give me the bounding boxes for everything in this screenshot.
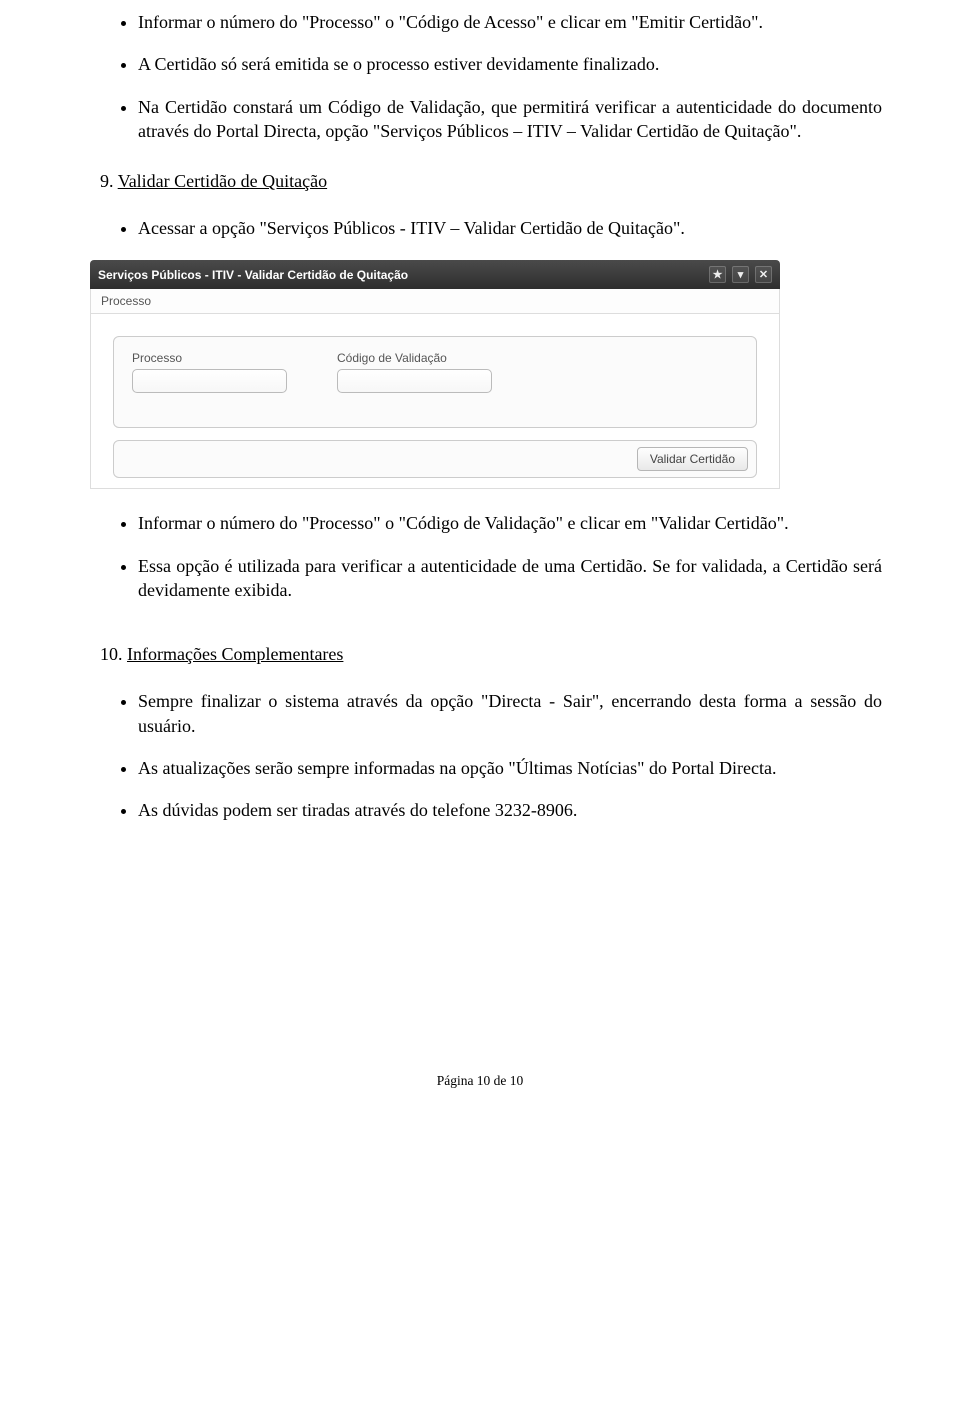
form-panel: Processo Código de Validação bbox=[113, 336, 757, 428]
list-item: A Certidão só será emitida se o processo… bbox=[138, 52, 882, 76]
screenshot-window: Serviços Públicos - ITIV - Validar Certi… bbox=[90, 260, 780, 489]
action-panel: Validar Certidão bbox=[113, 440, 757, 478]
window-title: Serviços Públicos - ITIV - Validar Certi… bbox=[98, 268, 408, 282]
list-item: Na Certidão constará um Código de Valida… bbox=[138, 95, 882, 144]
validar-certidao-button[interactable]: Validar Certidão bbox=[637, 447, 748, 471]
list-item: As dúvidas podem ser tiradas através do … bbox=[138, 798, 882, 822]
favorite-icon[interactable]: ★ bbox=[709, 266, 726, 283]
section-10-heading: 10. Informações Complementares bbox=[78, 644, 882, 665]
processo-label: Processo bbox=[132, 351, 287, 365]
window-toolbar: Processo bbox=[90, 289, 780, 314]
section-title: Informações Complementares bbox=[127, 644, 343, 664]
section-9-bullets-post: Informar o número do "Processo" o "Códig… bbox=[78, 511, 882, 602]
window-titlebar: Serviços Públicos - ITIV - Validar Certi… bbox=[90, 260, 780, 289]
section-9-heading: 9. Validar Certidão de Quitação bbox=[78, 171, 882, 192]
page-footer: Página 10 de 10 bbox=[78, 1073, 882, 1089]
list-item: Sempre finalizar o sistema através da op… bbox=[138, 689, 882, 738]
list-item: As atualizações serão sempre informadas … bbox=[138, 756, 882, 780]
section-10-bullets: Sempre finalizar o sistema através da op… bbox=[78, 689, 882, 822]
window-body: Processo Código de Validação Validar Cer… bbox=[90, 314, 780, 489]
dropdown-icon[interactable]: ▾ bbox=[732, 266, 749, 283]
processo-input[interactable] bbox=[132, 369, 287, 393]
section-9-bullets-pre: Acessar a opção "Serviços Públicos - ITI… bbox=[78, 216, 882, 240]
codigo-field-group: Código de Validação bbox=[337, 351, 492, 393]
list-item: Informar o número do "Processo" o "Códig… bbox=[138, 511, 882, 535]
intro-bullet-list: Informar o número do "Processo" o "Códig… bbox=[78, 10, 882, 143]
codigo-label: Código de Validação bbox=[337, 351, 492, 365]
close-icon[interactable]: ✕ bbox=[755, 266, 772, 283]
toolbar-menu-item[interactable]: Processo bbox=[101, 294, 151, 308]
codigo-validacao-input[interactable] bbox=[337, 369, 492, 393]
list-item: Informar o número do "Processo" o "Códig… bbox=[138, 10, 882, 34]
list-item: Acessar a opção "Serviços Públicos - ITI… bbox=[138, 216, 882, 240]
section-number: 10. bbox=[100, 644, 123, 664]
section-title: Validar Certidão de Quitação bbox=[118, 171, 327, 191]
processo-field-group: Processo bbox=[132, 351, 287, 393]
window-controls: ★ ▾ ✕ bbox=[709, 266, 772, 283]
section-number: 9. bbox=[100, 171, 114, 191]
list-item: Essa opção é utilizada para verificar a … bbox=[138, 554, 882, 603]
